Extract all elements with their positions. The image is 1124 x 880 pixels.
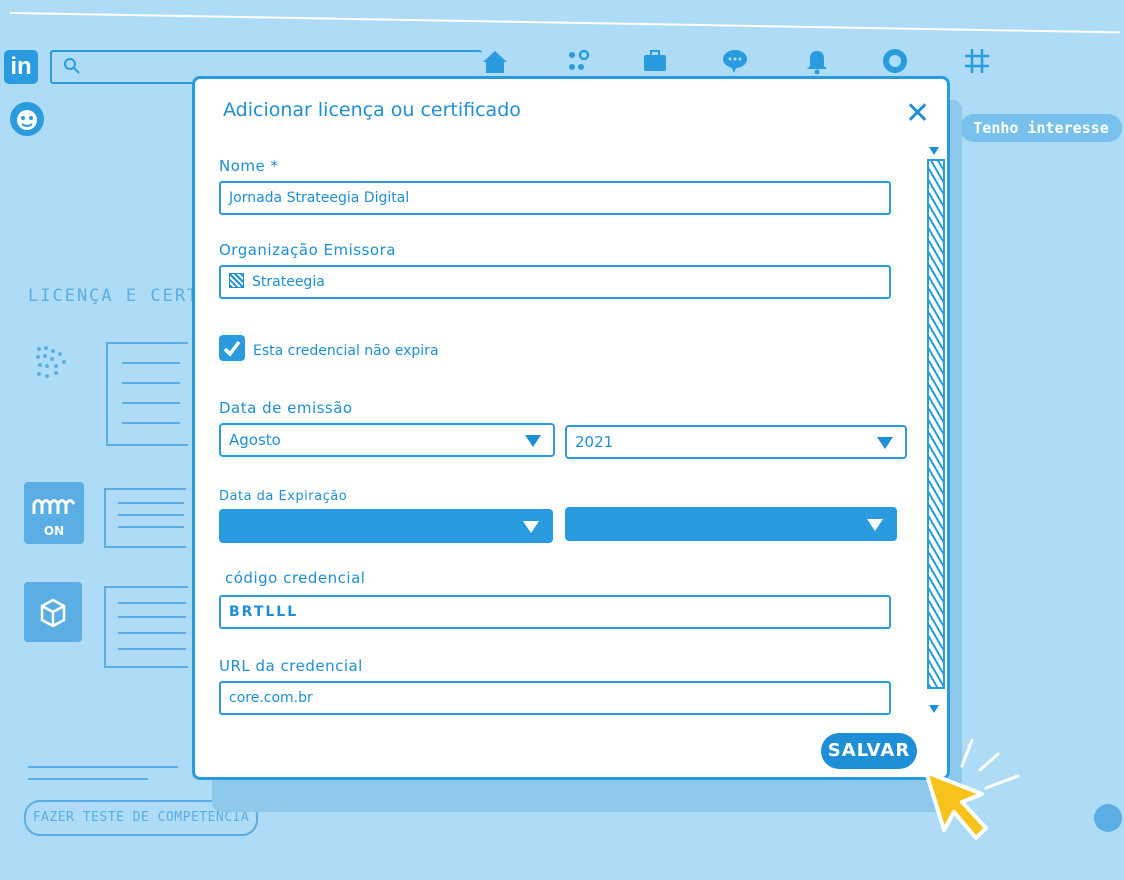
org-logo-icon — [229, 273, 244, 288]
name-label: Nome * — [219, 157, 279, 175]
chat-bubble-icon[interactable] — [1094, 804, 1122, 832]
jobs-icon[interactable] — [640, 46, 670, 76]
on-course-tile: ON — [24, 482, 84, 544]
chevron-down-icon — [877, 437, 893, 449]
top-divider — [9, 12, 1120, 34]
no-expire-checkbox[interactable] — [219, 335, 245, 361]
checkmark-icon — [223, 340, 241, 357]
save-button[interactable]: SALVAR — [821, 733, 917, 769]
expiry-month-select[interactable] — [219, 509, 553, 543]
home-icon[interactable] — [480, 46, 510, 76]
tile-label: ON — [43, 524, 65, 538]
certificate-entry-1 — [100, 340, 190, 446]
chevron-down-icon — [525, 435, 541, 447]
divider — [28, 766, 178, 768]
cube-icon — [40, 598, 66, 628]
expiry-date-label: Data da Expiração — [219, 489, 348, 504]
scroll-up-icon[interactable] — [929, 147, 939, 155]
issue-year-value: 2021 — [575, 433, 614, 451]
issue-year-select[interactable]: 2021 — [565, 425, 907, 459]
certificate-entry-3 — [104, 584, 190, 670]
interest-button[interactable]: Tenho interesse — [960, 114, 1122, 142]
cube-tile — [24, 582, 82, 642]
credential-code-label: código credencial — [225, 569, 366, 587]
dots-logo-icon — [36, 346, 66, 378]
credential-url-label: URL da credencial — [219, 657, 363, 675]
search-icon — [64, 58, 80, 74]
credential-code-field[interactable]: BRTLLL — [219, 595, 891, 629]
scrollbar[interactable] — [927, 159, 945, 689]
issue-date-label: Data de emissão — [219, 399, 353, 417]
issue-month-value: Agosto — [229, 431, 281, 449]
wave-icon — [32, 499, 76, 514]
divider — [28, 778, 148, 780]
credential-url-field[interactable]: core.com.br — [219, 681, 891, 715]
modal-title: Adicionar licença ou certificado — [223, 99, 521, 121]
close-icon[interactable]: ✕ — [905, 99, 930, 129]
no-expire-label: Esta credencial não expira — [253, 343, 439, 359]
grid-icon[interactable] — [962, 46, 992, 76]
org-field[interactable]: Strateegia — [219, 265, 891, 299]
cursor-icon — [924, 770, 988, 840]
org-value: Strateegia — [252, 274, 325, 290]
network-icon[interactable] — [564, 46, 594, 76]
expiry-year-select[interactable] — [565, 507, 897, 541]
add-certificate-modal: Adicionar licença ou certificado ✕ Nome … — [192, 76, 950, 780]
chevron-down-icon — [867, 519, 883, 531]
org-label: Organização Emissora — [219, 241, 396, 259]
avatar[interactable] — [8, 100, 46, 138]
profile-icon[interactable] — [880, 46, 910, 76]
name-field[interactable]: Jornada Strateegia Digital — [219, 181, 891, 215]
certificate-entry-2 — [104, 488, 190, 548]
issue-month-select[interactable]: Agosto — [219, 423, 555, 457]
chevron-down-icon — [523, 521, 539, 533]
scroll-down-icon[interactable] — [929, 705, 939, 713]
linkedin-logo[interactable]: in — [4, 50, 38, 84]
messaging-icon[interactable] — [720, 46, 750, 76]
notifications-icon[interactable] — [802, 46, 832, 76]
